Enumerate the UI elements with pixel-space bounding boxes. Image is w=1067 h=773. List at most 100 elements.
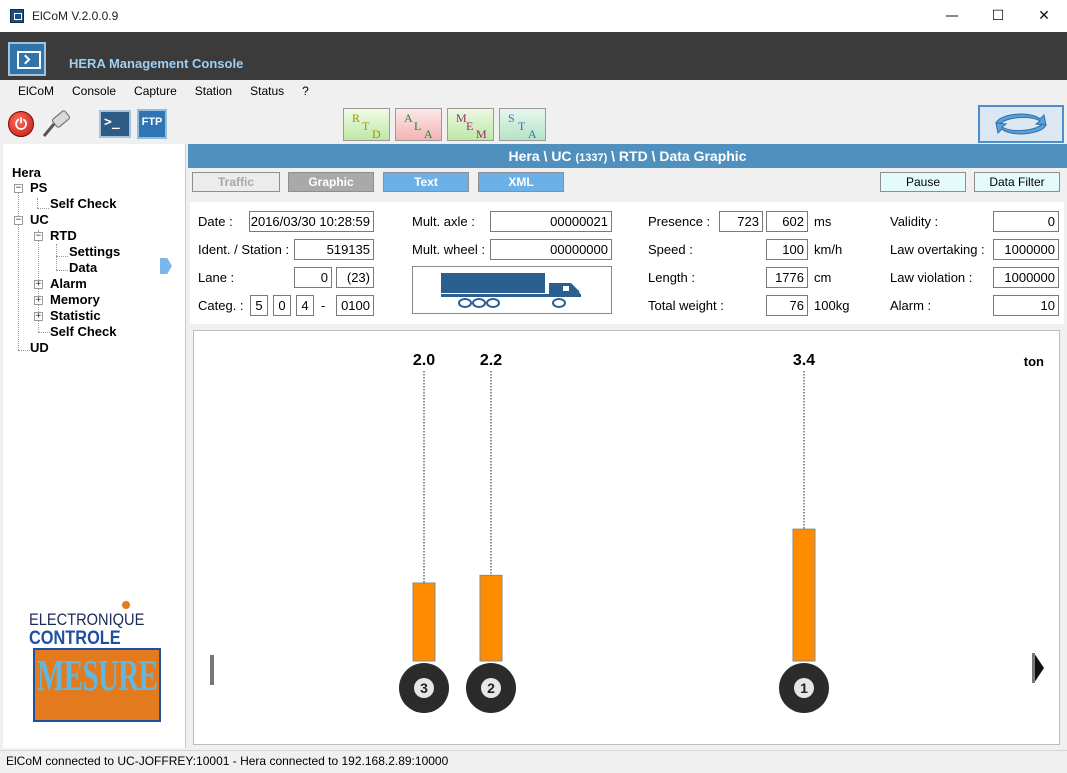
tab-graphic[interactable]: Graphic: [288, 172, 374, 192]
tree-node-uc-selfcheck[interactable]: Self Check: [50, 324, 116, 339]
axle-number: 3: [420, 680, 428, 696]
axle-number: 2: [487, 680, 495, 696]
axle-load-bar: [479, 574, 503, 662]
data-filter-button[interactable]: Data Filter: [974, 172, 1060, 192]
banner-title: HERA Management Console: [69, 56, 244, 71]
ident-label: Ident. / Station :: [198, 242, 290, 257]
tree-node-hera[interactable]: Hera: [12, 165, 41, 180]
law-overtaking-field: 1000000: [993, 239, 1059, 260]
tab-text[interactable]: Text: [383, 172, 469, 192]
mult-axle-field: 00000021: [490, 211, 612, 232]
tree-node-settings[interactable]: Settings: [69, 244, 120, 259]
weight-unit: 100kg: [814, 298, 850, 313]
tree-node-rtd[interactable]: RTD: [50, 228, 77, 243]
presence-unit: ms: [814, 214, 832, 229]
collapse-rtd-icon[interactable]: −: [34, 232, 43, 241]
menu-console[interactable]: Console: [63, 84, 125, 98]
console-logo-icon: [8, 42, 46, 76]
vehicle-silhouette: [412, 266, 612, 314]
refresh-icon: [995, 113, 1047, 135]
company-logo: ELECTRONIQUE CONTROLE MESURE: [25, 598, 175, 728]
mult-wheel-label: Mult. wheel :: [412, 242, 485, 257]
categ-field-3: 4: [296, 295, 314, 316]
refresh-button[interactable]: [978, 105, 1064, 143]
presence-field-a: 723: [719, 211, 763, 232]
categ-field-1: 5: [250, 295, 268, 316]
tree-node-alarm[interactable]: Alarm: [50, 276, 87, 291]
axle-number: 1: [800, 680, 808, 696]
app-banner: HERA Management Console: [0, 32, 1067, 80]
categ-field-2: 0: [273, 295, 291, 316]
unit-label: ton: [1024, 354, 1044, 369]
console-icon[interactable]: >_: [99, 110, 131, 138]
collapse-ps-icon[interactable]: −: [14, 184, 23, 193]
axle-load-label: 2.0: [413, 352, 435, 369]
axle-load-label: 3.4: [793, 352, 815, 369]
speed-label: Speed :: [648, 242, 693, 257]
page-title: Hera \ UC (1337) \ RTD \ Data Graphic: [188, 144, 1067, 168]
lane-total-field: (23): [336, 267, 374, 288]
weight-field: 76: [766, 295, 808, 316]
menu-status[interactable]: Status: [241, 84, 293, 98]
window-title: ElCoM V.2.0.0.9: [32, 9, 119, 23]
scroll-right-icon[interactable]: [1034, 653, 1044, 683]
tab-xml[interactable]: XML: [478, 172, 564, 192]
menu-capture[interactable]: Capture: [125, 84, 186, 98]
tree-node-ud[interactable]: UD: [30, 340, 49, 355]
menu-elcom[interactable]: ElCoM: [9, 84, 63, 98]
selected-arrow-icon: [160, 258, 172, 274]
alarm-label: Alarm :: [890, 298, 932, 313]
collapse-uc-icon[interactable]: −: [14, 216, 23, 225]
close-button[interactable]: ✕: [1021, 0, 1067, 32]
maximize-button[interactable]: ☐: [975, 0, 1021, 32]
ftp-icon[interactable]: FTP: [137, 109, 167, 139]
speed-field: 100: [766, 239, 808, 260]
expand-alarm-icon[interactable]: +: [34, 280, 43, 289]
toolbar: ⏻ >_ FTP R T D A L A M E M S T A: [0, 102, 1067, 144]
mode-sta-button[interactable]: S T A: [499, 108, 546, 141]
menu-station[interactable]: Station: [186, 84, 241, 98]
axle-load-bar: [792, 528, 816, 662]
validity-field: 0: [993, 211, 1059, 232]
axle-load-label: 2.2: [480, 352, 502, 369]
left-scroll-marker[interactable]: [210, 655, 214, 685]
categ-code-field: 0100: [336, 295, 374, 316]
length-label: Length :: [648, 270, 695, 285]
mode-mem-button[interactable]: M E M: [447, 108, 494, 141]
presence-label: Presence :: [648, 214, 711, 229]
date-field: 2016/03/30 10:28:59: [249, 211, 374, 232]
minimize-button[interactable]: —: [929, 0, 975, 32]
tree-node-memory[interactable]: Memory: [50, 292, 100, 307]
mode-rtd-button[interactable]: R T D: [343, 108, 390, 141]
lane-label: Lane :: [198, 270, 235, 285]
tree-node-uc[interactable]: UC: [30, 212, 49, 227]
tree-node-statistic[interactable]: Statistic: [50, 308, 101, 323]
mult-wheel-field: 00000000: [490, 239, 612, 260]
length-field: 1776: [766, 267, 808, 288]
tree-node-data[interactable]: Data: [69, 260, 97, 275]
tree-node-ps-selfcheck[interactable]: Self Check: [50, 196, 116, 211]
plug-icon[interactable]: [40, 110, 72, 138]
alarm-field: 10: [993, 295, 1059, 316]
axle-chart: ton 2.0 3 2.2 2 3.4 1: [210, 352, 1044, 713]
weight-label: Total weight :: [648, 298, 724, 313]
presence-field-b: 602: [766, 211, 808, 232]
law-violation-field: 1000000: [993, 267, 1059, 288]
menu-help[interactable]: ?: [293, 84, 318, 98]
mode-ala-button[interactable]: A L A: [395, 108, 442, 141]
tree-panel: Hera − PS Self Check − UC − RTD Settings…: [3, 144, 186, 748]
tab-traffic[interactable]: Traffic: [192, 172, 280, 192]
mult-axle-label: Mult. axle :: [412, 214, 475, 229]
lane-field: 0: [294, 267, 332, 288]
axle-load-bar: [412, 582, 436, 662]
validity-label: Validity :: [890, 214, 939, 229]
power-icon[interactable]: ⏻: [8, 111, 34, 137]
menu-bar: ElCoM Console Capture Station Status ?: [0, 80, 1067, 102]
law-overtaking-label: Law overtaking :: [890, 242, 985, 257]
pause-button[interactable]: Pause: [880, 172, 966, 192]
categ-dash: -: [321, 298, 326, 313]
expand-statistic-icon[interactable]: +: [34, 312, 43, 321]
law-violation-label: Law violation :: [890, 270, 973, 285]
expand-memory-icon[interactable]: +: [34, 296, 43, 305]
tree-node-ps[interactable]: PS: [30, 180, 47, 195]
